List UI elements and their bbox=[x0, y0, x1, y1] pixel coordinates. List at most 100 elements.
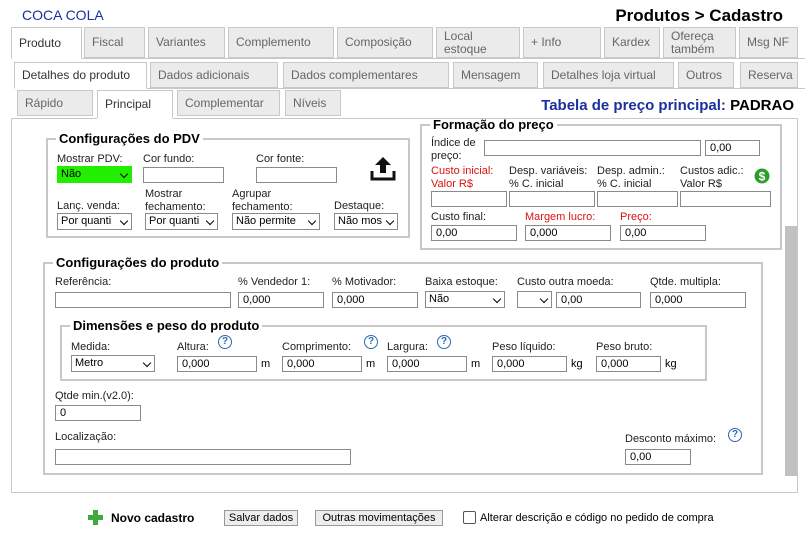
tab-rapido[interactable]: Rápido bbox=[17, 90, 93, 116]
altura-input[interactable]: 0,000 bbox=[177, 356, 257, 372]
tab-label: Principal bbox=[105, 97, 152, 111]
motivador-input[interactable]: 0,000 bbox=[332, 292, 418, 308]
tab-label: Mensagem bbox=[461, 67, 521, 82]
desp-variaveis-input[interactable] bbox=[509, 191, 595, 207]
tab-outros[interactable]: Outros bbox=[678, 62, 734, 88]
tab-detalhes-produto[interactable]: Detalhes do produto bbox=[14, 62, 147, 89]
pdv-legend: Configurações do PDV bbox=[59, 131, 200, 146]
cor-fonte-input[interactable] bbox=[256, 167, 337, 183]
largura-help-icon[interactable]: ? bbox=[437, 335, 451, 349]
tab-principal[interactable]: Principal bbox=[97, 90, 173, 119]
comprimento-input[interactable]: 0,000 bbox=[282, 356, 362, 372]
agrupar-fechamento-select[interactable]: Não permite bbox=[232, 213, 320, 230]
tab-dados-complementares[interactable]: Dados complementares bbox=[283, 62, 449, 88]
tab-mais-info[interactable]: + Info bbox=[523, 27, 601, 58]
tab-label: Níveis bbox=[293, 95, 327, 110]
largura-input[interactable]: 0,000 bbox=[387, 356, 467, 372]
cor-fundo-label: Cor fundo: bbox=[143, 153, 195, 165]
tab-label: Detalhes do produto bbox=[22, 68, 131, 82]
tab-dados-adicionais[interactable]: Dados adicionais bbox=[150, 62, 278, 88]
peso-liquido-input[interactable]: 0,000 bbox=[492, 356, 567, 372]
mostrar-pdv-select[interactable]: Não bbox=[57, 166, 132, 183]
localizacao-input[interactable] bbox=[55, 449, 351, 465]
tab-variantes[interactable]: Variantes bbox=[148, 27, 225, 58]
tab-label: Kardex bbox=[612, 35, 651, 49]
medida-select[interactable]: Metro bbox=[71, 355, 155, 372]
tab-label: Produto bbox=[19, 35, 62, 50]
custos-adic-input[interactable] bbox=[680, 191, 771, 207]
tab-label: Rápido bbox=[25, 95, 64, 110]
outras-movimentacoes-button[interactable]: Outras movimentações bbox=[315, 510, 443, 526]
tab-label: Outros bbox=[686, 67, 723, 82]
money-icon[interactable]: $ bbox=[754, 167, 770, 185]
altura-unit: m bbox=[261, 358, 271, 370]
desconto-help-icon[interactable]: ? bbox=[728, 428, 742, 442]
tab-complementar[interactable]: Complementar bbox=[177, 90, 280, 116]
salvar-dados-button[interactable]: Salvar dados bbox=[224, 510, 298, 526]
novo-cadastro-label: Novo cadastro bbox=[111, 511, 195, 525]
margem-lucro-input[interactable]: 0,000 bbox=[525, 225, 611, 241]
indice-preco-value-input[interactable]: 0,00 bbox=[705, 140, 760, 156]
tab-kardex[interactable]: Kardex bbox=[604, 27, 660, 58]
custo-outra-moeda-input[interactable]: 0,00 bbox=[556, 292, 641, 308]
tab-label: Detalhes loja virtual bbox=[551, 67, 656, 82]
tab-detalhes-loja-virtual[interactable]: Detalhes loja virtual bbox=[543, 62, 674, 88]
alterar-descricao-label: Alterar descrição e código no pedido de … bbox=[480, 512, 714, 524]
desp-variaveis-label: Desp. variáveis: % C. inicial bbox=[509, 165, 588, 190]
tab-ofereca-tambem[interactable]: Ofereça também bbox=[663, 27, 736, 58]
custo-inicial-input[interactable] bbox=[431, 191, 507, 207]
price-formation-legend: Formação do preço bbox=[433, 117, 554, 132]
tab-local-estoque[interactable]: Local estoque bbox=[436, 27, 520, 58]
altura-help-icon[interactable]: ? bbox=[218, 335, 232, 349]
lanc-venda-label: Lanç. venda: bbox=[57, 200, 120, 212]
qtde-min-label: Qtde min.(v2.0): bbox=[55, 390, 134, 402]
custo-final-input[interactable]: 0,00 bbox=[431, 225, 517, 241]
mostrar-fechamento-select[interactable]: Por quanti bbox=[145, 213, 218, 230]
moeda-select[interactable] bbox=[517, 291, 552, 308]
dimensions-legend: Dimensões e peso do produto bbox=[73, 318, 260, 333]
tab-label: Ofereça também bbox=[671, 28, 715, 56]
tab-label: Msg NF bbox=[747, 35, 789, 49]
vendedor-input[interactable]: 0,000 bbox=[238, 292, 324, 308]
indice-preco-input[interactable] bbox=[484, 140, 701, 156]
tab-produto[interactable]: Produto bbox=[11, 27, 82, 59]
vendedor-label: % Vendedor 1: bbox=[238, 276, 311, 288]
tab-niveis[interactable]: Níveis bbox=[285, 90, 341, 116]
desconto-maximo-input[interactable]: 0,00 bbox=[625, 449, 691, 465]
lanc-venda-select[interactable]: Por quanti bbox=[57, 213, 132, 230]
qtde-min-input[interactable]: 0 bbox=[55, 405, 141, 421]
price-table-title: Tabela de preço principal: PADRAO bbox=[541, 97, 794, 114]
comprimento-help-icon[interactable]: ? bbox=[364, 335, 378, 349]
cor-fonte-label: Cor fonte: bbox=[256, 153, 305, 165]
tab-label: Dados complementares bbox=[291, 67, 418, 82]
desp-admin-label: Desp. admin.: % C. inicial bbox=[597, 165, 665, 190]
peso-bruto-unit: kg bbox=[665, 358, 677, 370]
agrupar-fechamento-label: Agrupar fechamento: bbox=[232, 188, 293, 213]
peso-bruto-input[interactable]: 0,000 bbox=[596, 356, 661, 372]
tab-label: Fiscal bbox=[92, 35, 124, 49]
scrollbar[interactable] bbox=[785, 226, 797, 476]
preco-input[interactable]: 0,00 bbox=[620, 225, 706, 241]
alterar-descricao-checkbox[interactable] bbox=[463, 511, 476, 524]
tab-reserva[interactable]: Reserva bbox=[740, 62, 798, 88]
desp-admin-input[interactable] bbox=[597, 191, 678, 207]
destaque-select[interactable]: Não mos bbox=[334, 213, 398, 230]
tab-composicao[interactable]: Composição bbox=[337, 27, 433, 58]
upload-icon[interactable] bbox=[369, 155, 397, 182]
margem-lucro-label: Margem lucro: bbox=[525, 211, 596, 223]
plus-icon bbox=[88, 510, 103, 525]
cor-fundo-input[interactable] bbox=[143, 167, 224, 183]
baixa-estoque-select[interactable]: Não bbox=[425, 291, 505, 308]
tab-label: Complemento bbox=[236, 35, 311, 49]
tab-complemento[interactable]: Complemento bbox=[228, 27, 334, 58]
tab-label: Dados adicionais bbox=[158, 67, 250, 82]
custo-outra-moeda-label: Custo outra moeda: bbox=[517, 276, 614, 288]
qtde-multipla-input[interactable]: 0,000 bbox=[650, 292, 746, 308]
tab-msg-nf[interactable]: Msg NF bbox=[739, 27, 798, 58]
tab-mensagem[interactable]: Mensagem bbox=[453, 62, 538, 88]
page-title: Produtos > Cadastro bbox=[615, 6, 783, 25]
tab-divider bbox=[147, 88, 805, 89]
referencia-input[interactable] bbox=[55, 292, 231, 308]
tab-label: Complementar bbox=[185, 95, 264, 110]
tab-fiscal[interactable]: Fiscal bbox=[84, 27, 145, 58]
